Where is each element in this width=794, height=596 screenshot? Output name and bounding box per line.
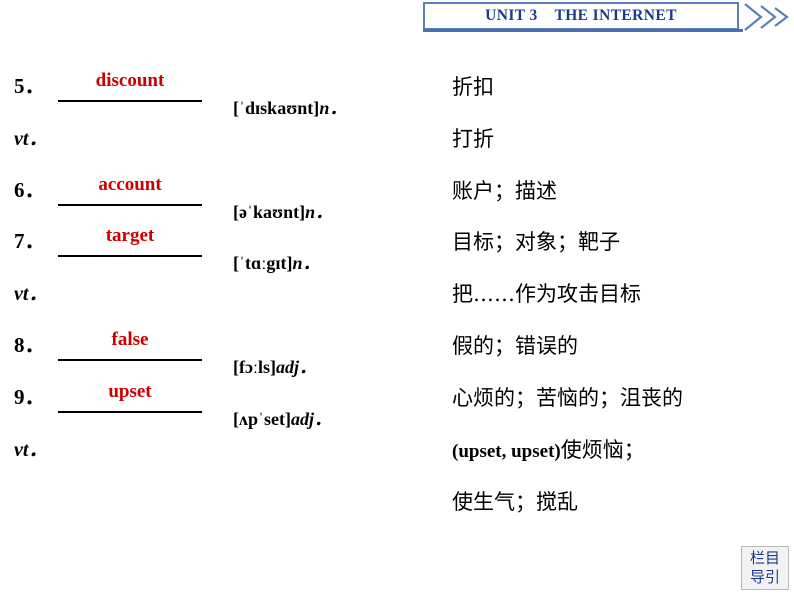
chinese-meaning: 折扣 [452, 75, 494, 99]
chinese-meaning: 使生气；搅乱 [452, 490, 578, 514]
entry-number: 5． [14, 74, 46, 98]
vocab-row: 使生气；搅乱 [0, 485, 794, 529]
entry-number: 6． [14, 178, 46, 202]
phonetic-text: [ˈdɪskaʊnt] [233, 98, 320, 118]
answer-blank[interactable]: false [58, 329, 202, 361]
vocab-row: 6． account [əˈkaʊnt]n． 账户；描述 [0, 174, 794, 222]
chinese-meaning: (upset, upset)使烦恼； [452, 434, 645, 464]
entry-number: 8． [14, 333, 46, 357]
phonetic-text: [ʌpˈset] [233, 409, 291, 429]
inflection-forms: (upset, upset) [452, 441, 561, 462]
pos-tag: n． [319, 98, 348, 118]
pos-tag: adj． [290, 409, 332, 429]
phonetic-text: [ˈtɑːgɪt] [233, 253, 293, 273]
chinese-meaning: 账户；描述 [452, 179, 557, 203]
answer-word: upset [108, 381, 152, 402]
badge-line-2: 导引 [749, 568, 780, 586]
vocab-row: 7． target [ˈtɑːgɪt]n． 目标；对象；靶子 [0, 225, 794, 273]
vocab-row: 9． upset [ʌpˈset]adj． 心烦的；苦恼的；沮丧的 [0, 381, 794, 429]
chinese-meaning: 目标；对象；靶子 [452, 230, 620, 254]
pos-tag: adj． [275, 357, 317, 377]
chinese-meaning: 心烦的；苦恼的；沮丧的 [452, 386, 683, 410]
phonetic-text: [fɔːls] [233, 357, 276, 377]
answer-blank[interactable]: account [58, 174, 202, 206]
chinese-meaning: 打折 [452, 127, 494, 151]
answer-word: discount [95, 70, 165, 91]
answer-blank[interactable]: discount [58, 70, 202, 102]
entry-number: vt． [14, 439, 49, 461]
chinese-meaning-text: 使烦恼； [560, 438, 645, 462]
vocab-row: vt． 把……作为攻击目标 [0, 277, 794, 321]
chinese-meaning: 把……作为攻击目标 [452, 282, 641, 306]
vocabulary-list: 5． discount [ˈdɪskaʊnt]n． 折扣 vt． 打折 6． a… [0, 0, 794, 596]
answer-word: false [111, 329, 149, 350]
entry-number: vt． [14, 283, 49, 305]
entry-number: vt． [14, 128, 49, 150]
phonetic-text: [əˈkaʊnt] [233, 202, 306, 222]
answer-blank[interactable]: target [58, 225, 202, 257]
pos-tag: n． [305, 202, 334, 222]
pos-tag: n． [292, 253, 321, 273]
answer-blank[interactable]: upset [58, 381, 202, 413]
chinese-meaning: 假的；错误的 [452, 334, 578, 358]
entry-number: 7． [14, 229, 46, 253]
vocab-row: 8． false [fɔːls]adj． 假的；错误的 [0, 329, 794, 377]
answer-word: target [105, 225, 155, 246]
badge-line-1: 栏目 [749, 549, 780, 567]
vocab-row: vt． 打折 [0, 122, 794, 166]
entry-number: 9． [14, 385, 46, 409]
vocab-row: vt． (upset, upset)使烦恼； [0, 433, 794, 477]
answer-word: account [98, 174, 162, 195]
section-nav-badge[interactable]: 栏目 导引 [741, 546, 789, 590]
vocab-row: 5． discount [ˈdɪskaʊnt]n． 折扣 [0, 70, 794, 118]
